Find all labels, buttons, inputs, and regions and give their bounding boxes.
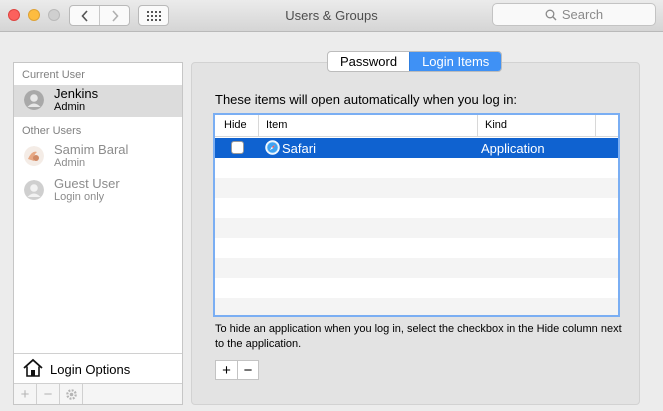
column-header-item[interactable]: Item <box>259 115 478 136</box>
login-items-table: Hide Item Kind Safari Application <box>213 113 620 317</box>
search-icon <box>545 9 557 20</box>
table-row-empty <box>215 158 618 178</box>
table-row-empty <box>215 198 618 218</box>
other-users-header: Other Users <box>22 125 82 137</box>
table-header: Hide Item Kind <box>215 115 618 137</box>
gear-icon <box>65 388 77 400</box>
add-remove-control: + − <box>215 360 259 380</box>
users-sidebar: Current User Jenkins Admin Other Users S… <box>13 62 183 405</box>
user-avatar-icon <box>24 90 44 110</box>
current-user-header: Current User <box>22 69 85 81</box>
column-header-hide[interactable]: Hide <box>215 115 259 136</box>
table-row-empty <box>215 178 618 198</box>
safari-icon <box>265 140 280 155</box>
add-user-button[interactable]: + <box>14 384 37 404</box>
search-placeholder: Search <box>561 7 604 22</box>
login-options-label: Login Options <box>50 362 131 377</box>
user-name: Jenkins <box>54 86 99 101</box>
user-name: Guest User <box>54 176 120 191</box>
user-name: Samim Baral <box>54 142 129 157</box>
column-header-kind[interactable]: Kind <box>478 115 596 136</box>
table-row-empty <box>215 278 618 298</box>
item-kind: Application <box>481 141 545 156</box>
table-row[interactable]: Safari Application <box>215 138 618 158</box>
user-actions-button[interactable] <box>60 384 83 404</box>
tab-login-items[interactable]: Login Items <box>409 52 502 71</box>
remove-login-item-button[interactable]: − <box>237 361 258 379</box>
search-field[interactable]: Search <box>492 3 656 26</box>
user-role: Admin <box>54 157 86 169</box>
user-samim-baral[interactable]: Samim Baral Admin <box>14 141 182 173</box>
user-avatar-icon <box>24 146 44 166</box>
house-icon <box>23 358 43 377</box>
remove-user-button[interactable]: − <box>37 384 60 404</box>
user-guest[interactable]: Guest User Login only <box>14 175 182 207</box>
tab-bar: Password Login Items <box>327 51 503 72</box>
user-jenkins[interactable]: Jenkins Admin <box>14 85 182 117</box>
login-items-intro: These items will open automatically when… <box>215 92 518 107</box>
user-role: Login only <box>54 191 105 203</box>
user-avatar-icon <box>24 180 44 200</box>
table-row-empty <box>215 258 618 278</box>
sidebar-toolbar: + − <box>14 383 182 404</box>
table-row-empty <box>215 238 618 258</box>
user-role: Admin <box>54 101 86 113</box>
login-items-hint: To hide an application when you log in, … <box>215 323 622 350</box>
tab-password[interactable]: Password <box>328 52 409 71</box>
item-name: Safari <box>282 141 316 156</box>
hide-checkbox[interactable] <box>231 141 244 154</box>
add-login-item-button[interactable]: + <box>216 361 237 379</box>
table-row-empty <box>215 298 618 315</box>
table-row-empty <box>215 218 618 238</box>
login-options-item[interactable]: Login Options <box>14 353 182 383</box>
title-bar: Users & Groups Search <box>0 0 663 32</box>
